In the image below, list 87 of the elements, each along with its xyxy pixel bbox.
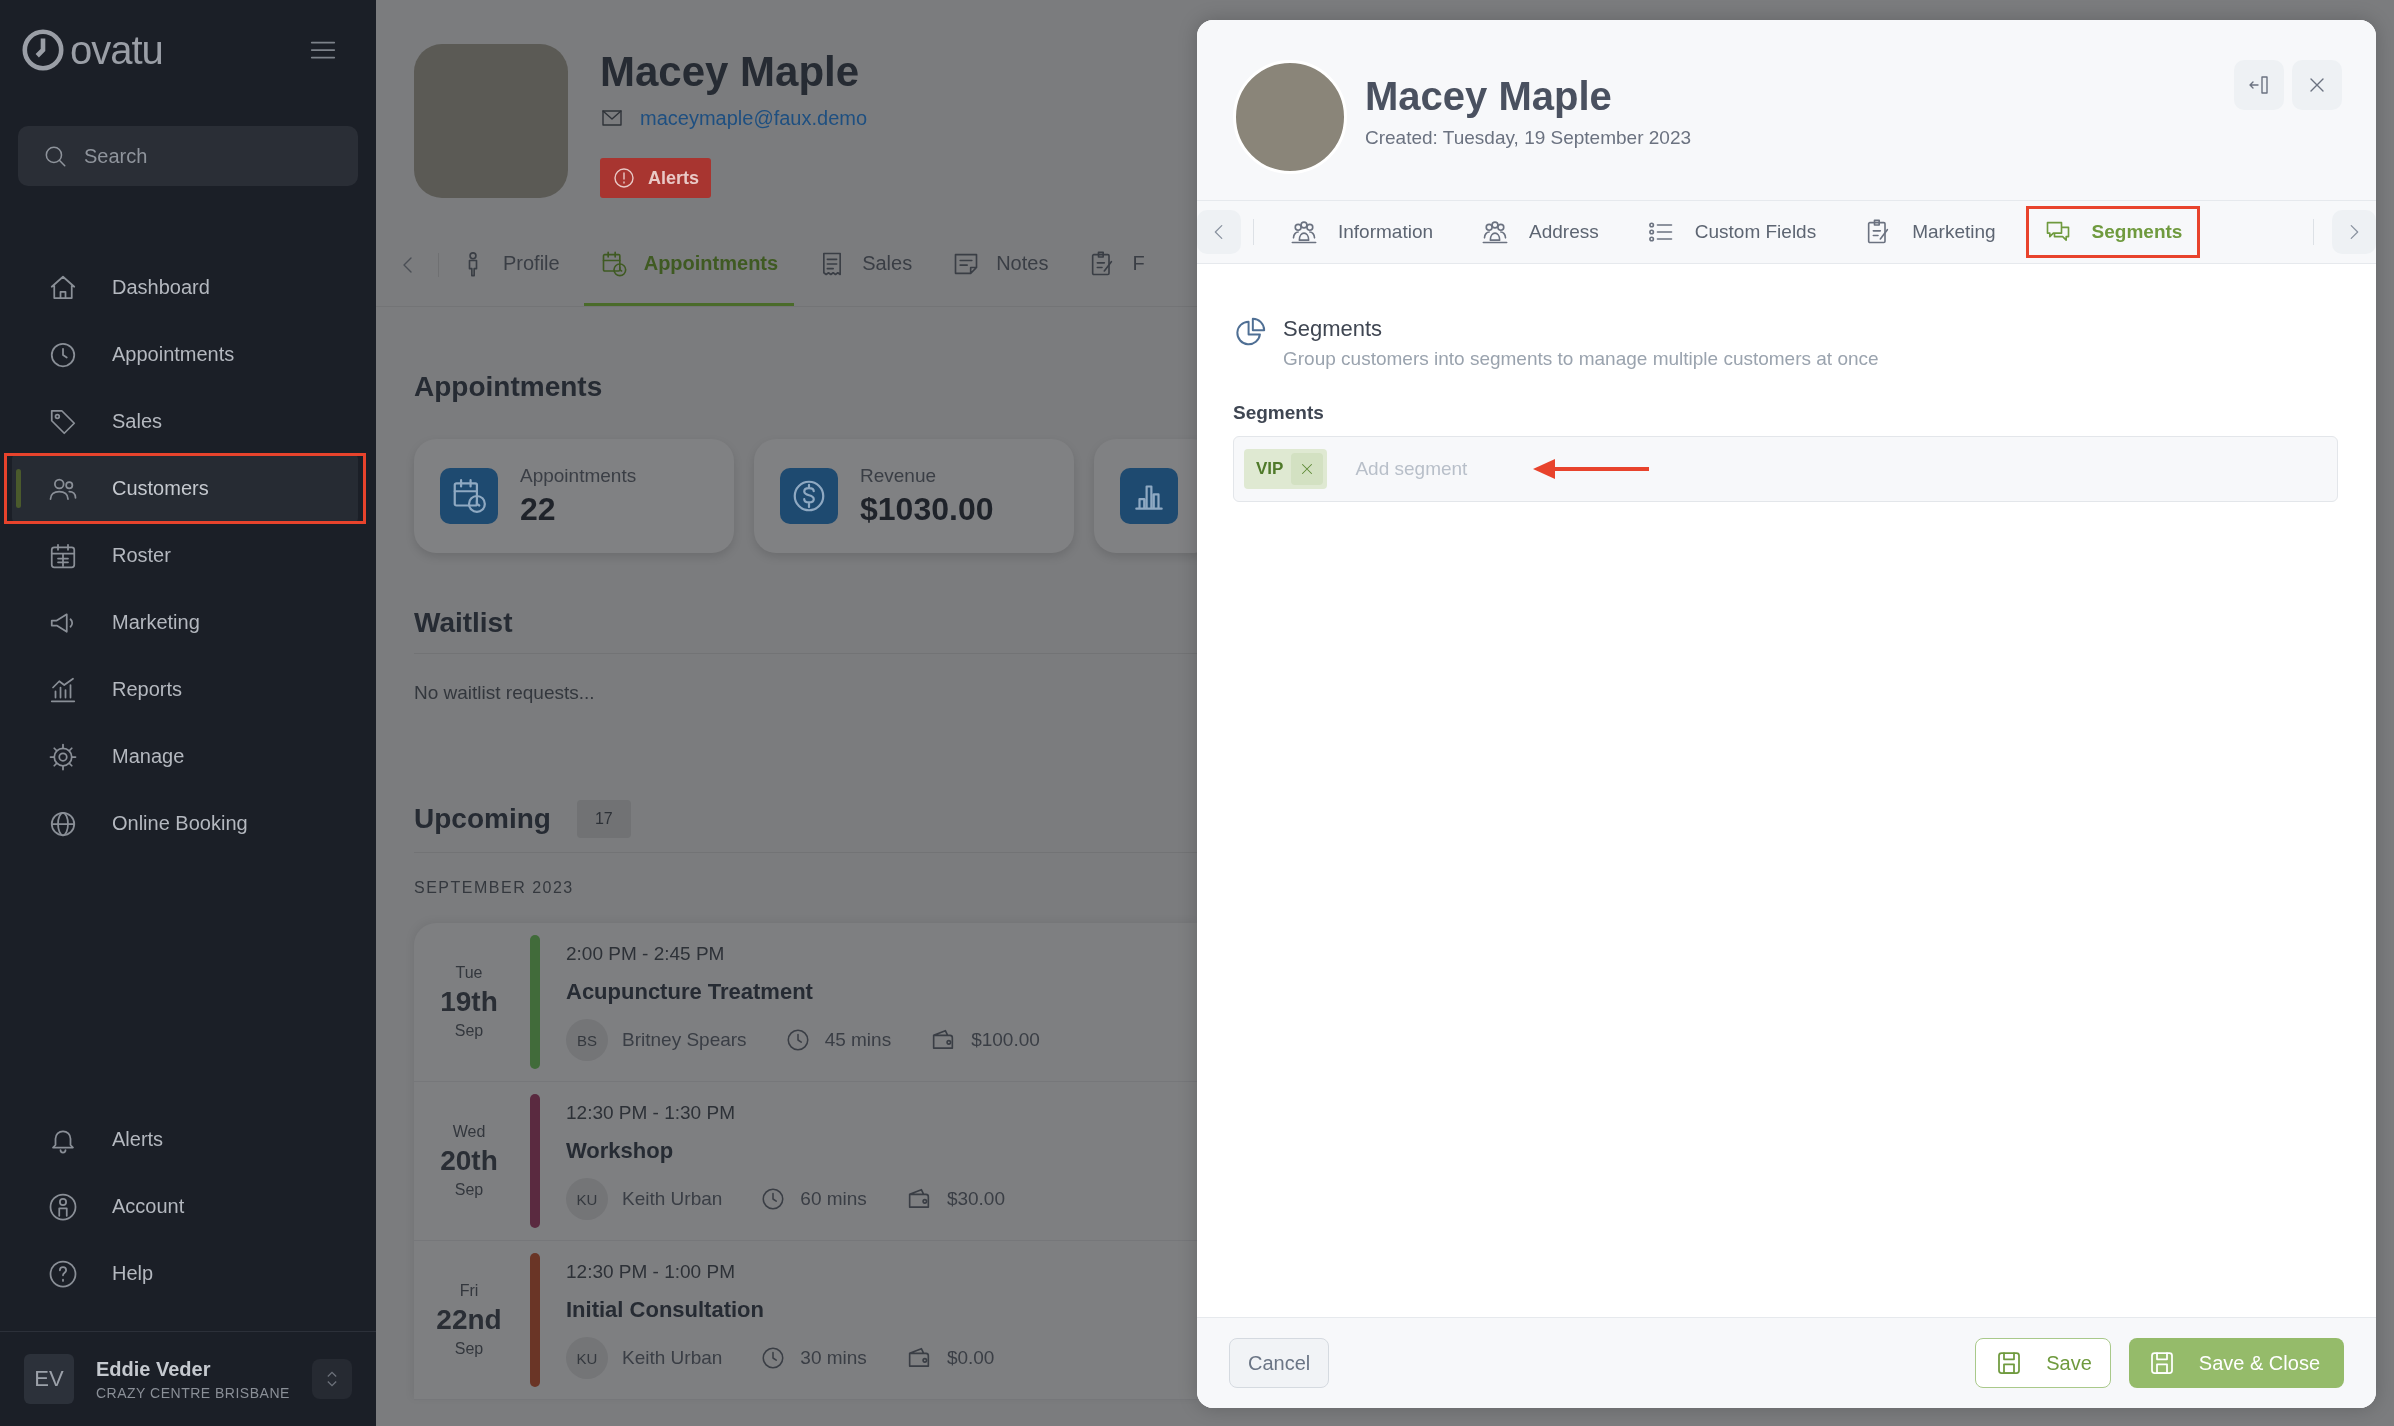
alerts-button[interactable]: Alerts [600,158,712,198]
panel-button[interactable] [2234,60,2284,110]
people-icon [1290,218,1318,246]
tab[interactable]: Address [1463,206,1617,258]
appointment-row[interactable]: Fri 22nd Sep 12:30 PM - 1:00 PM Initial Consultation KU Keith Urban 30 mins $0.00 [414,1241,1197,1400]
segment-input[interactable]: Add segment [1353,457,1508,481]
appointment-title: Acupuncture Treatment [566,979,814,1005]
month: Sep [454,1181,484,1199]
switch-button[interactable] [312,1359,352,1399]
price: $30.00 [946,1188,1005,1210]
appointment-row[interactable]: Wed 20th Sep 12:30 PM - 1:30 PM Workshop KU Keith Urban 60 mins $30.00 [414,1082,1197,1241]
tab[interactable]: Custom Fields [1628,206,1835,258]
staff-avatar: KU [566,1178,608,1220]
stat-value: 22 [520,490,557,528]
settings-icon [48,741,78,772]
sidebar-item[interactable]: Appointments [12,321,358,388]
sidebar-item[interactable]: Alerts [12,1106,358,1173]
empty-message: No waitlist requests... [414,682,596,704]
price: $0.00 [946,1347,995,1369]
month: Sep [454,1022,484,1040]
sidebar-item[interactable]: Help [12,1240,358,1307]
staff-avatar: KU [566,1337,608,1379]
weekday: Wed [452,1123,486,1141]
tab[interactable]: Marketing [1846,206,2014,258]
sidebar-item[interactable]: Roster [12,522,358,589]
sidebar-item[interactable]: Reports [12,656,358,723]
created-date: Created: Tuesday, 19 September 2023 [1365,127,1693,149]
appointment-title: Workshop [566,1138,675,1164]
user-location: CRAZY CENTRE BRISBANE [96,1384,290,1401]
appointment-time: 2:00 PM - 2:45 PM [566,943,726,965]
staff-name: Britney Spears [622,1029,747,1051]
sidebar-item[interactable]: Marketing [12,589,358,656]
day: 22nd [436,1304,502,1336]
weekday: Tue [455,964,483,982]
panel-icon [2247,73,2271,97]
tab[interactable]: Information [1272,206,1452,258]
remove-button[interactable] [1291,453,1324,485]
user-avatar: EV [24,1354,74,1404]
month: Sep [454,1340,484,1358]
save-button[interactable]: Save [1975,1338,2111,1388]
price: $100.00 [971,1029,1040,1051]
month-label: SEPTEMBER 2023 [414,879,575,897]
search-field[interactable]: Search [18,126,358,186]
appointment-row[interactable]: Tue 19th Sep 2:00 PM - 2:45 PM Acupuncture Treatment BS Britney Spears 45 mins $100.00 [414,923,1197,1082]
stat-value: $1030.00 [860,490,994,528]
person-icon [48,1191,78,1222]
duration: 30 mins [800,1347,867,1369]
tab[interactable]: Segments [2025,206,2201,258]
stat-label: Revenue [860,464,938,487]
section-title: Segments [1283,316,1384,342]
user-name: Eddie Veder [96,1357,212,1381]
people-icon [1481,218,1510,246]
sidebar-item[interactable]: Dashboard [12,254,358,321]
help-icon [48,1258,78,1289]
appointment-title: Initial Consultation [566,1297,765,1323]
staff-name: Keith Urban [622,1347,723,1369]
appointment-time: 12:30 PM - 1:00 PM [566,1261,736,1283]
weekday: Fri [459,1282,479,1300]
count-badge: 17 [576,800,631,838]
section-description: Group customers into segments to manage multiple customers at once [1283,348,1879,370]
section-heading: Upcoming [414,803,551,835]
sidebar-item[interactable]: Online Booking [12,790,358,857]
duration: 45 mins [824,1029,892,1051]
sidebar-item[interactable]: Manage [12,723,358,790]
close-button[interactable] [2292,60,2342,110]
staff-avatar: BS [566,1019,608,1061]
customer-name: Macey Maple [600,48,861,96]
previous-button[interactable] [1197,210,1241,254]
staff-name: Keith Urban [622,1188,723,1210]
sidebar-item[interactable]: Sales [12,388,358,455]
stat-label: Appointments [520,464,637,487]
customer-name: Macey Maple [1365,74,1613,119]
field-label: Segments [1233,402,1325,424]
duration: 60 mins [800,1188,867,1210]
section-heading: Appointments [414,371,604,403]
cancel-button[interactable]: Cancel [1229,1338,1330,1388]
section-heading: Waitlist [414,607,1197,654]
day: 19th [440,986,498,1018]
segment-field[interactable]: VIP Add segment [1233,436,2338,502]
alert-icon [612,166,636,190]
day: 20th [440,1145,498,1177]
sidebar-item[interactable]: Account [12,1173,358,1240]
segment-tag: VIP [1244,449,1328,489]
clock-logo-icon [20,27,66,73]
logo-text: ovatu [70,27,163,73]
appointment-time: 12:30 PM - 1:30 PM [566,1102,736,1124]
next-button[interactable] [2332,210,2376,254]
